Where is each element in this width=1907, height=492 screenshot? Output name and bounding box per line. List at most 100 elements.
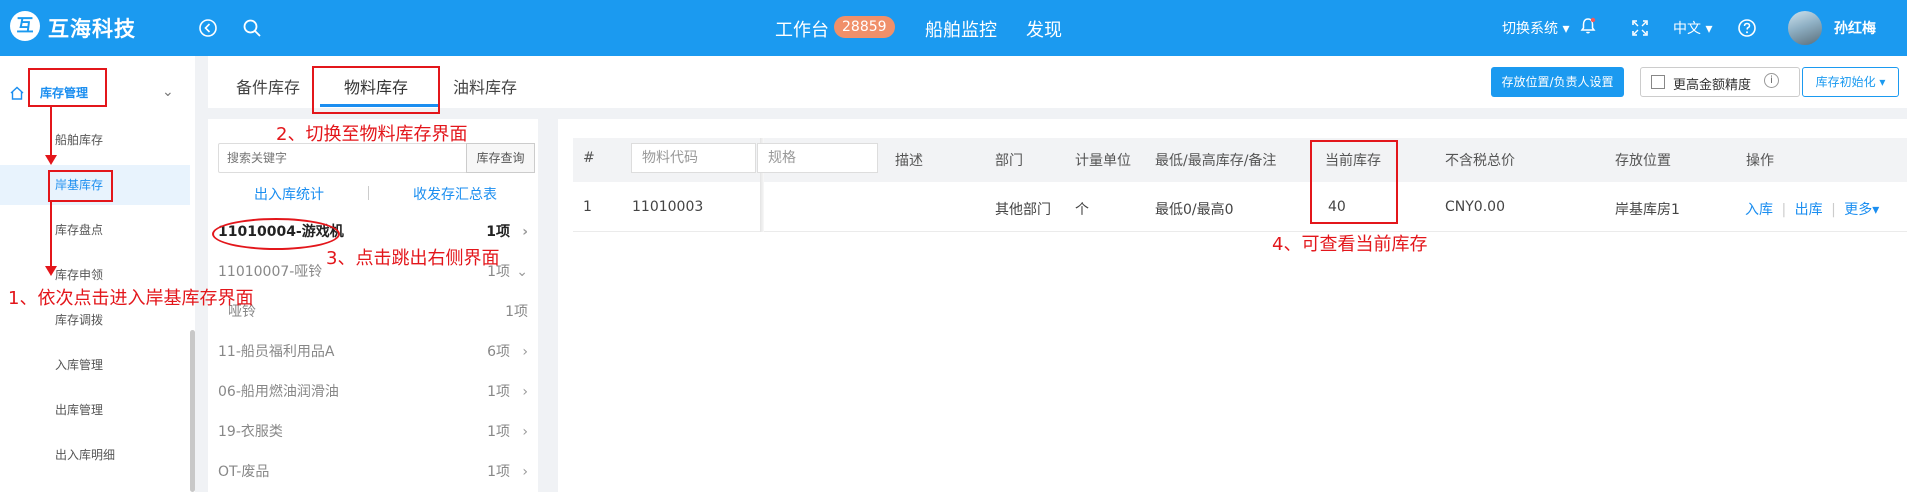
sidebar-item-vessel-inventory[interactable]: 船舶库存 bbox=[0, 120, 190, 160]
cell-dept: 其他部门 bbox=[995, 202, 1051, 218]
annotation-box-inventory bbox=[28, 68, 107, 107]
annotation-step-1: 1、依次点击进入岸基库存界面 bbox=[8, 288, 254, 309]
cell-total-price: CNY0.00 bbox=[1445, 199, 1505, 215]
material-code-filter[interactable]: 物料代码 bbox=[631, 143, 756, 173]
cell-index: 1 bbox=[583, 199, 592, 215]
link-divider bbox=[368, 186, 369, 200]
fullscreen-icon[interactable] bbox=[1628, 16, 1652, 40]
page: 互 互海科技 工作台 28859 船舶监控 发现 切换系统 ▾ 中文 ▾ 孙红梅… bbox=[0, 0, 1907, 492]
caret-down-icon: ▾ bbox=[1562, 21, 1570, 37]
row-actions: 入库 | 出库 | 更多▾ bbox=[1745, 199, 1879, 219]
inout-statistics-link[interactable]: 出入库统计 bbox=[254, 184, 324, 204]
top-navigation-bar: 互 互海科技 工作台 28859 船舶监控 发现 切换系统 ▾ 中文 ▾ 孙红梅 bbox=[0, 0, 1907, 56]
caret-down-icon: ▾ bbox=[1705, 21, 1713, 37]
column-header-total-price: 不含税总价 bbox=[1445, 153, 1515, 169]
annotation-arrow-line bbox=[50, 202, 52, 266]
category-item[interactable]: 11-船员福利用品A 6项 › bbox=[218, 334, 528, 370]
category-name: 19-衣服类 bbox=[218, 424, 283, 440]
sidebar-item-inbound[interactable]: 入库管理 bbox=[0, 345, 190, 385]
spec-filter[interactable]: 规格 bbox=[757, 143, 878, 173]
chevron-down-icon: ⌄ bbox=[516, 264, 528, 280]
category-name: 11010007-哑铃 bbox=[218, 264, 323, 280]
cell-location: 岸基库房1 bbox=[1615, 202, 1680, 218]
sidebar-scrollbar[interactable] bbox=[190, 330, 195, 492]
user-avatar[interactable] bbox=[1788, 11, 1822, 45]
notification-bell-icon[interactable] bbox=[1576, 14, 1600, 38]
help-icon[interactable] bbox=[1735, 16, 1759, 40]
inventory-query-button[interactable]: 库存查询 bbox=[466, 143, 535, 173]
sidebar-item-stocktaking[interactable]: 库存盘点 bbox=[0, 210, 190, 250]
action-divider: | bbox=[1781, 202, 1787, 218]
category-count: 1项 bbox=[487, 384, 510, 400]
category-name: OT-废品 bbox=[218, 464, 270, 480]
sidebar-item-inout-detail[interactable]: 出入库明细 bbox=[0, 435, 190, 475]
user-name[interactable]: 孙红梅 bbox=[1834, 18, 1876, 38]
workbench-count-badge: 28859 bbox=[834, 16, 895, 38]
search-icon[interactable] bbox=[240, 16, 264, 40]
column-header-dept: 部门 bbox=[995, 153, 1023, 169]
category-item[interactable]: 06-船用燃油润滑油 1项 › bbox=[218, 374, 528, 410]
chevron-right-icon: › bbox=[522, 344, 528, 360]
action-divider: | bbox=[1831, 202, 1836, 218]
column-header-ops: 操作 bbox=[1746, 153, 1774, 169]
nav-vessel-monitor[interactable]: 船舶监控 bbox=[925, 16, 997, 42]
precision-checkbox[interactable] bbox=[1651, 75, 1665, 89]
tab-spare-parts[interactable]: 备件库存 bbox=[236, 74, 300, 98]
annotation-box-shore bbox=[48, 170, 113, 202]
inventory-init-dropdown[interactable]: 库存初始化 ▾ bbox=[1802, 67, 1899, 97]
column-header-minmax: 最低/最高库存/备注 bbox=[1155, 153, 1277, 169]
chevron-right-icon: › bbox=[522, 424, 528, 440]
category-item[interactable]: 19-衣服类 1项 › bbox=[218, 414, 528, 450]
annotation-step-4: 4、可查看当前库存 bbox=[1272, 234, 1428, 255]
chevron-right-icon: › bbox=[522, 464, 528, 480]
column-header-desc: 描述 bbox=[895, 153, 923, 169]
back-icon[interactable] bbox=[196, 16, 220, 40]
storage-location-setting-button[interactable]: 存放位置/负责人设置 bbox=[1491, 67, 1624, 97]
chevron-right-icon: › bbox=[522, 224, 528, 240]
table-row[interactable] bbox=[573, 182, 1907, 232]
sidebar-item-outbound[interactable]: 出库管理 bbox=[0, 390, 190, 430]
annotation-box-current-stock bbox=[1310, 140, 1398, 224]
column-header-index: # bbox=[583, 150, 595, 166]
chevron-down-icon[interactable]: ⌄ bbox=[162, 84, 174, 100]
category-count: 1项 bbox=[505, 304, 528, 320]
inbound-link[interactable]: 入库 bbox=[1745, 202, 1773, 218]
caret-down-icon[interactable]: ▾ bbox=[1872, 202, 1879, 218]
category-count: 1项 bbox=[487, 424, 510, 440]
annotation-step-2: 2、切换至物料库存界面 bbox=[276, 124, 468, 145]
column-header-unit: 计量单位 bbox=[1075, 153, 1131, 169]
nav-workbench[interactable]: 工作台 bbox=[775, 16, 829, 42]
brand-logo-icon: 互 bbox=[10, 11, 40, 41]
precision-label: 更高金额精度 bbox=[1673, 78, 1752, 93]
cell-code: 11010003 bbox=[632, 199, 704, 215]
annotation-arrow-line bbox=[50, 107, 52, 155]
cell-unit: 个 bbox=[1075, 202, 1089, 218]
annotation-arrow-head bbox=[45, 266, 57, 276]
column-header-location: 存放位置 bbox=[1615, 153, 1671, 169]
annotation-ellipse-category bbox=[212, 218, 340, 250]
annotation-arrow-head bbox=[45, 155, 57, 165]
info-icon[interactable]: i bbox=[1764, 73, 1779, 88]
brand-name: 互海科技 bbox=[48, 17, 136, 41]
language-dropdown[interactable]: 中文 ▾ bbox=[1673, 18, 1712, 38]
category-search-input[interactable] bbox=[218, 143, 468, 173]
more-actions-link[interactable]: 更多 bbox=[1844, 202, 1872, 218]
language-label: 中文 bbox=[1673, 21, 1701, 37]
category-name: 06-船用燃油润滑油 bbox=[218, 384, 339, 400]
outbound-link[interactable]: 出库 bbox=[1795, 202, 1823, 218]
home-icon bbox=[8, 84, 26, 102]
tab-fuel-oil[interactable]: 油料库存 bbox=[453, 74, 517, 98]
category-item[interactable]: OT-废品 1项 › bbox=[218, 454, 528, 490]
nav-discover[interactable]: 发现 bbox=[1026, 16, 1062, 42]
category-subitem[interactable]: 哑铃 1项 bbox=[218, 294, 528, 330]
switch-system-dropdown[interactable]: 切换系统 ▾ bbox=[1502, 18, 1569, 38]
annotation-step-3: 3、点击跳出右侧界面 bbox=[326, 248, 500, 269]
category-name: 11-船员福利用品A bbox=[218, 344, 335, 360]
category-count: 6项 bbox=[487, 344, 510, 360]
receipt-summary-link[interactable]: 收发存汇总表 bbox=[413, 184, 497, 204]
category-count: 1项 bbox=[487, 464, 510, 480]
chevron-right-icon: › bbox=[522, 384, 528, 400]
cell-minmax: 最低0/最高0 bbox=[1155, 202, 1234, 218]
annotation-box-materials-tab bbox=[312, 66, 440, 114]
caret-down-icon: ▾ bbox=[1879, 75, 1886, 89]
